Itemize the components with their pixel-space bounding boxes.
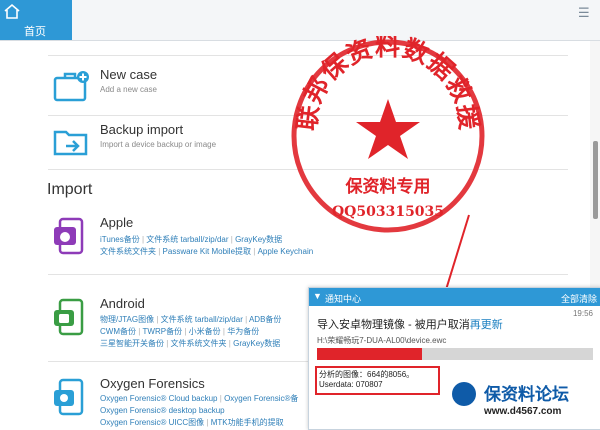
link-itunes-backup[interactable]: iTunes备份 <box>100 235 140 244</box>
link-filesystem-tarball[interactable]: 文件系统 tarball/zip/dar <box>161 315 243 324</box>
notification-time: 19:56 <box>572 309 593 318</box>
link-mtk-extraction[interactable]: MTK功能手机的提取 <box>211 418 284 427</box>
apple-link-row: iTunes备份 | 文件系统 tarball/zip/dar | GrayKe… <box>100 235 283 244</box>
android-link-row: CWM备份 | TWRP备份 | 小米备份 | 华为备份 <box>100 327 260 336</box>
forum-title: 保资料论坛 <box>484 385 569 405</box>
apple-device-icon <box>54 217 84 255</box>
backup-import-title: Backup import <box>100 122 184 137</box>
link-passware[interactable]: Passware Kit Mobile提取 <box>163 247 251 256</box>
link-huawei-backup[interactable]: 华为备份 <box>227 327 259 336</box>
android-title[interactable]: Android <box>100 296 145 311</box>
import-heading: Import <box>47 181 93 198</box>
link-oxygen-uicc[interactable]: Oxygen Forensic® UICC图像 <box>100 418 204 427</box>
userdata-count: Userdata: 070807 <box>319 380 383 389</box>
forum-watermark: 保资料论坛 www.d4567.com <box>444 376 600 428</box>
link-apple-keychain[interactable]: Apple Keychain <box>258 247 314 256</box>
link-cwm-backup[interactable]: CWM备份 <box>100 327 136 336</box>
forum-logo-icon <box>452 382 476 406</box>
menu-icon[interactable]: ☰ <box>578 6 592 20</box>
apple-links: iTunes备份 | 文件系统 tarball/zip/dar | GrayKe… <box>100 234 313 258</box>
android-link-row: 三星智能开关备份 | 文件系统文件夹 | GrayKey数据 <box>100 339 281 348</box>
link-filesystem-folder[interactable]: 文件系统文件夹 <box>100 247 156 256</box>
home-label: 首页 <box>24 26 46 38</box>
oxygen-link-row: Oxygen Forensic® Cloud backup | Oxygen F… <box>100 394 299 403</box>
title-bar: 首页 ☰ <box>0 0 600 41</box>
divider <box>48 55 568 56</box>
home-tab[interactable]: 首页 <box>0 0 72 40</box>
folder-import-icon <box>53 130 88 156</box>
link-filesystem-tarball[interactable]: 文件系统 tarball/zip/dar <box>146 235 228 244</box>
link-samsung-switch[interactable]: 三星智能开关备份 <box>100 339 164 348</box>
link-filesystem-folder[interactable]: 文件系统文件夹 <box>171 339 227 348</box>
link-oxygen-desktop-backup[interactable]: Oxygen Forensic® desktop backup <box>100 406 225 415</box>
link-oxygen-backup[interactable]: Oxygen Forensic®备 <box>224 394 298 403</box>
android-device-icon <box>54 298 84 336</box>
oxygen-title[interactable]: Oxygen Forensics <box>100 376 205 391</box>
progress-bar-fill <box>317 348 422 360</box>
link-adb-backup[interactable]: ADB备份 <box>249 315 281 324</box>
progress-bar <box>317 348 593 360</box>
oxygen-link-row: Oxygen Forensic® UICC图像 | MTK功能手机的提取 <box>100 418 284 427</box>
home-icon <box>4 3 20 19</box>
highlighted-stats: 分析的图像：664的8056。 Userdata: 070807 <box>315 366 440 395</box>
forum-url: www.d4567.com <box>484 406 562 417</box>
new-case-title: New case <box>100 67 158 82</box>
new-case-subtitle: Add a new case <box>100 85 157 94</box>
notification-message-text: 导入安卓物理镜像 - 被用户取消 <box>317 319 470 331</box>
apple-title[interactable]: Apple <box>100 215 133 230</box>
briefcase-plus-icon <box>53 71 89 102</box>
notification-path: H:\荣耀畅玩7-DUA-AL00\device.ewc <box>317 336 447 345</box>
apple-link-row: 文件系统文件夹 | Passware Kit Mobile提取 | Apple … <box>100 247 314 256</box>
divider <box>48 115 568 116</box>
link-graykey[interactable]: GrayKey数据 <box>233 339 280 348</box>
divider <box>48 274 568 275</box>
link-physical-jtag[interactable]: 物理/JTAG图像 <box>100 315 154 324</box>
notification-title: 通知中心 <box>325 294 362 304</box>
backup-import-subtitle: Import a device backup or image <box>100 140 217 149</box>
link-twrp-backup[interactable]: TWRP备份 <box>143 327 183 336</box>
analyzed-images: 分析的图像：664的8056。 <box>319 370 415 379</box>
collapse-arrow-icon[interactable]: ▼ <box>313 291 322 301</box>
scrollbar-thumb[interactable] <box>593 141 598 219</box>
oxygen-link-row: Oxygen Forensic® desktop backup <box>100 405 298 417</box>
link-graykey[interactable]: GrayKey数据 <box>235 235 282 244</box>
clear-all-button[interactable]: 全部清除 <box>561 292 597 305</box>
notification-action-link[interactable]: 再更新 <box>470 319 503 331</box>
android-link-row: 物理/JTAG图像 | 文件系统 tarball/zip/dar | ADB备份 <box>100 315 282 324</box>
notification-header: ▼ 通知中心 全部清除 <box>309 288 600 306</box>
android-links: 物理/JTAG图像 | 文件系统 tarball/zip/dar | ADB备份… <box>100 314 281 350</box>
link-oxygen-cloud-backup[interactable]: Oxygen Forensic® Cloud backup <box>100 394 218 403</box>
oxygen-links: Oxygen Forensic® Cloud backup | Oxygen F… <box>100 393 298 428</box>
notification-message: 导入安卓物理镜像 - 被用户取消再更新 <box>317 316 503 332</box>
oxygen-device-icon <box>54 378 84 416</box>
link-xiaomi-backup[interactable]: 小米备份 <box>189 327 221 336</box>
divider <box>48 169 568 170</box>
